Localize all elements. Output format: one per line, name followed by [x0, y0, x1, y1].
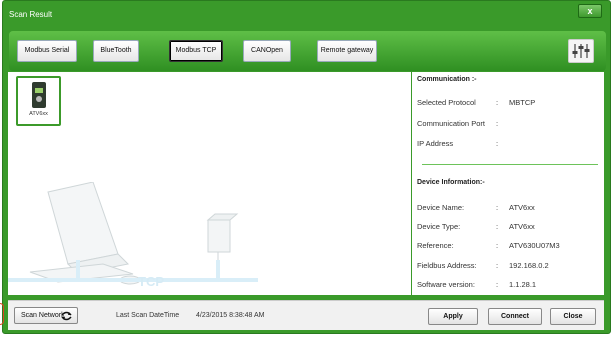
row-sep: :: [496, 119, 499, 128]
row-key: Device Name:: [417, 203, 465, 212]
settings-sliders-icon[interactable]: [568, 39, 594, 63]
row-sep: :: [496, 139, 499, 148]
row-key: Selected Protocol: [417, 98, 476, 107]
row-sep: :: [496, 241, 499, 250]
protocol-tab-bar: Modbus Serial BlueTooth Modbus TCP CANOp…: [9, 31, 606, 71]
row-key: IP Address: [417, 139, 454, 148]
drive-device-icon: [32, 82, 46, 108]
window-close-button[interactable]: x: [578, 4, 602, 18]
row-value: ATV6xx: [509, 203, 535, 212]
connect-button[interactable]: Connect: [488, 308, 542, 325]
row-key: Communication Port: [417, 119, 485, 128]
tab-bluetooth[interactable]: BlueTooth: [93, 40, 139, 62]
row-sep: :: [496, 222, 499, 231]
row-sep: :: [496, 98, 499, 107]
tab-remote-gateway[interactable]: Remote gateway: [317, 40, 377, 62]
close-button[interactable]: Close: [550, 308, 596, 325]
device-label: ATV6xx: [29, 111, 48, 117]
highlight-marker: [0, 303, 4, 325]
device-card-atv6xx[interactable]: ATV6xx: [16, 76, 61, 126]
row-value: ATV630U07M3: [509, 241, 560, 250]
tab-modbus-tcp[interactable]: Modbus TCP: [169, 40, 223, 62]
row-key: Fieldbus Address:: [417, 261, 477, 270]
row-sep: :: [496, 261, 499, 270]
device-info-header: Device Information:-: [417, 179, 485, 186]
row-key: Reference:: [417, 241, 454, 250]
bottom-toolbar: Scan Network Last Scan DateTime 4/23/201…: [8, 300, 604, 330]
tab-canopen[interactable]: CANOpen: [243, 40, 291, 62]
row-value: ATV6xx: [509, 222, 535, 231]
row-value: MBTCP: [509, 98, 536, 107]
last-scan-label: Last Scan DateTime: [116, 312, 180, 319]
row-value: 192.168.0.2: [509, 261, 549, 270]
row-key: Device Type:: [417, 222, 461, 231]
row-sep: :: [496, 203, 499, 212]
scan-network-label: Scan Network: [21, 312, 65, 319]
apply-button[interactable]: Apply: [428, 308, 478, 325]
tab-modbus-serial[interactable]: Modbus Serial: [17, 40, 77, 62]
scan-network-button[interactable]: Scan Network: [14, 307, 78, 324]
network-label: TCP: [138, 274, 164, 289]
row-key: Software version:: [417, 280, 475, 289]
device-list-pane: ATV6xx TCP: [8, 72, 411, 295]
refresh-icon: [61, 311, 72, 321]
last-scan-value: 4/23/2015 8:38:48 AM: [196, 312, 265, 319]
details-pane: Communication :- Selected Protocol : MBT…: [412, 72, 604, 295]
row-sep: :: [496, 280, 499, 289]
window-title: Scan Result: [9, 10, 53, 19]
communication-header: Communication :-: [417, 76, 477, 83]
section-divider: [422, 164, 598, 165]
row-value: 1.1.28.1: [509, 280, 537, 289]
